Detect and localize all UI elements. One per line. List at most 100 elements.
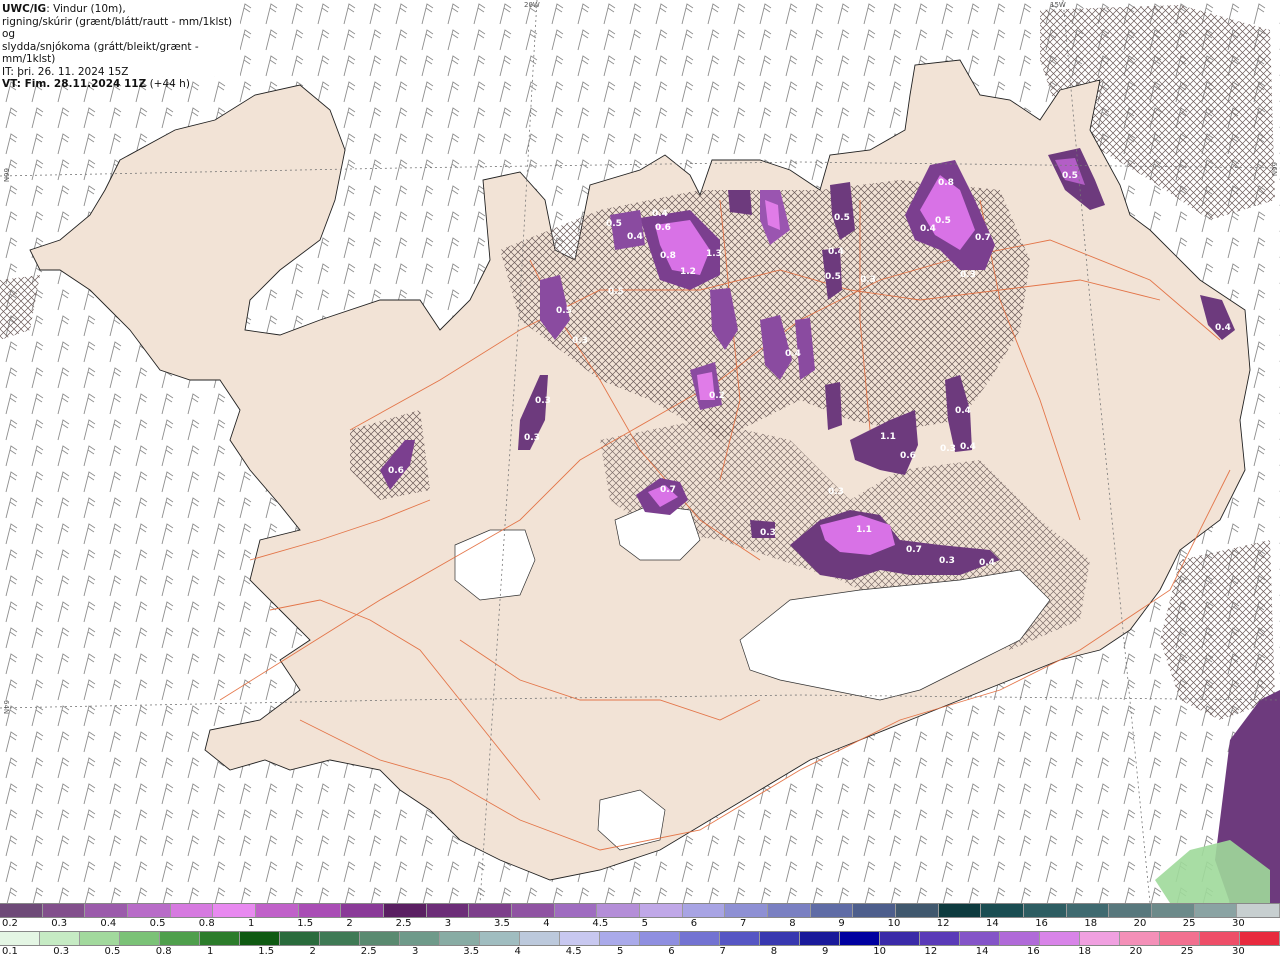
legend-tick-label: 7 [719, 946, 726, 957]
snow-legend-ticks: 0.2 0.3 0.4 0.5 0.8 1 1.5 2 2.5 3 3.5 4 4.5 5 6 7 8 9 10 12… [0, 918, 1280, 932]
legend-color-swatch [360, 932, 400, 945]
legend-tick-label: 1 [248, 918, 255, 929]
legend-color-swatch [1120, 932, 1160, 945]
legend-tick-label: 7 [740, 918, 747, 929]
precip-value-label: 0.4 [960, 442, 976, 452]
legend-color-swatch [1066, 904, 1110, 917]
lat-label-64n-left: 64N [2, 700, 10, 715]
legend-tick-label: 18 [1078, 946, 1091, 957]
legend-color-swatch [85, 904, 129, 917]
precip-value-label: 0.4 [785, 349, 801, 359]
legend-color-swatch [128, 904, 171, 917]
precip-value-label: 0.6 [388, 466, 404, 476]
precip-value-label: 0.7 [975, 233, 991, 243]
rain-legend: 0.1 0.3 0.5 0.8 1 1.5 2 2.5 3 3.5 4 4.5 5 6 7 8 9 10 12 14 1… [0, 931, 1280, 960]
legend-tick-label: 25 [1180, 946, 1194, 957]
legend-color-swatch [981, 904, 1025, 917]
precip-value-label: 0.4 [652, 209, 668, 219]
legend-tick-label: 3.5 [463, 946, 480, 957]
legend-color-swatch [554, 904, 598, 917]
legend-tick-label: 25 [1182, 918, 1196, 929]
precip-value-label: 0.4 [955, 406, 971, 416]
precip-value-label: 1.1 [856, 525, 872, 535]
legend-color-swatch [40, 932, 80, 945]
legend-tick-label: 0.5 [104, 946, 121, 957]
precip-value-label: 0.8 [660, 251, 676, 261]
lon-label-20w: 20W [524, 1, 540, 9]
legend-color-swatch [768, 904, 811, 917]
legend-tick-label: 3 [444, 918, 452, 929]
legend-color-swatch [880, 932, 920, 945]
model-name: UWC/IG [2, 3, 47, 15]
legend-color-swatch [1080, 932, 1120, 945]
legend-color-swatch [1160, 932, 1200, 945]
legend-tick-label: 30 [1232, 946, 1245, 957]
legend-color-swatch [1040, 932, 1080, 945]
legend-tick-label: 12 [936, 918, 950, 929]
precip-value-label: 0.4 [627, 232, 643, 242]
legend-tick-label: 0.8 [198, 918, 215, 929]
legend-tick-label: 10 [887, 918, 901, 929]
precip-value-label: 0.5 [1062, 171, 1078, 181]
precip-value-label: 0.6 [655, 223, 671, 233]
legend-color-swatch [469, 904, 513, 917]
header-line1: : Vindur (10m), [46, 3, 126, 15]
precip-value-label: 1.3 [706, 249, 722, 259]
legend-color-swatch [725, 904, 769, 917]
precip-value-label: 0.3 [760, 528, 776, 538]
legend-color-swatch [560, 932, 600, 945]
init-time: IT: þri. 26. 11. 2024 15Z [2, 65, 129, 78]
precip-value-label: 0.3 [960, 270, 976, 280]
legend-color-swatch [42, 904, 86, 917]
legend-tick-label: 0.3 [53, 946, 70, 957]
legend-tick-label: 20 [1129, 946, 1143, 957]
legend-color-swatch [80, 932, 120, 945]
legend-color-swatch [256, 904, 299, 917]
legend-tick-label: 0.3 [51, 918, 68, 929]
legend-tick-label: 8 [770, 946, 778, 957]
snow-legend: 0.2 0.3 0.4 0.5 0.8 1 1.5 2 2.5 3 3.5 4 4.5 5 6 7 8 9 10 12… [0, 903, 1280, 932]
legend-color-swatch [240, 932, 280, 945]
legend-color-swatch [426, 904, 470, 917]
precip-value-label: 0.8 [938, 178, 954, 188]
precip-value-label: 1.1 [880, 432, 896, 442]
precip-value-label: 0.5 [834, 213, 850, 223]
lon-label-15w: 15W [1050, 1, 1066, 9]
precip-value-label: 0.2 [709, 391, 725, 401]
legend-color-swatch [213, 904, 257, 917]
precip-value-label: 0.5 [608, 287, 624, 297]
legend-tick-label: 5 [617, 946, 624, 957]
lat-label-66n-left: 66N [2, 168, 10, 183]
legend-color-swatch [640, 904, 683, 917]
legend-color-swatch [682, 904, 726, 917]
precip-value-label: 0.4 [920, 224, 936, 234]
legend-color-swatch [896, 904, 939, 917]
legend-tick-label: 6 [690, 918, 698, 929]
legend-color-swatch [520, 932, 560, 945]
legend-tick-label: 6 [668, 946, 675, 957]
legend-tick-label: 2 [309, 946, 316, 957]
precip-value-label: 0.4 [979, 558, 995, 568]
legend-tick-label: 5 [641, 918, 648, 929]
legend-tick-label: 3 [412, 946, 419, 957]
legend-tick-label: 10 [873, 946, 886, 957]
precip-value-label: 0.7 [906, 545, 922, 555]
legend-color-swatch [1024, 904, 1067, 917]
legend-tick-label: 16 [1027, 946, 1040, 957]
legend-tick-label: 9 [838, 918, 845, 929]
precipitation-wind-map: 0.5 0.4 0.8 0.5 0.7 0.3 0.5 0.4 0.5 0.4 0.4 0.6 0.8 1… [0, 0, 1280, 903]
legend-color-swatch [0, 932, 40, 945]
precip-value-label: 0.5 [606, 219, 622, 229]
legend-tick-label: 0.2 [2, 918, 18, 929]
legend-color-swatch [680, 932, 720, 945]
legend-color-swatch [1200, 932, 1240, 945]
legend-tick-label: 18 [1084, 918, 1098, 929]
lat-label-66n-right: 66N [1270, 162, 1278, 177]
legend-color-swatch [480, 932, 520, 945]
legend-tick-label: 1.5 [297, 918, 314, 929]
precip-value-label: 0.3 [860, 275, 876, 285]
legend-tick-label: 16 [1035, 918, 1048, 929]
legend-tick-label: 14 [986, 918, 999, 929]
legend-color-swatch [512, 904, 555, 917]
legend-tick-label: 2.5 [395, 918, 412, 929]
